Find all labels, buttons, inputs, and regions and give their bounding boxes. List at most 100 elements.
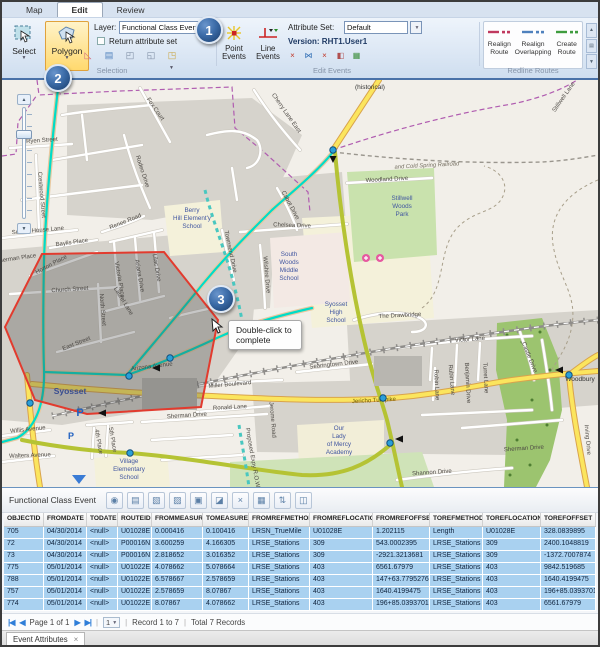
merge-events-icon[interactable]: ⋈: [302, 49, 315, 62]
polygon-tool-button[interactable]: Polygon ▼: [45, 21, 89, 71]
table-row[interactable]: 7204/30/2014<null>P00016N3.6002594.16630…: [4, 539, 596, 551]
switch-selection-button[interactable]: ▨: [169, 492, 186, 509]
table-cell: 72: [4, 539, 44, 550]
table-cell: LRSE_Stations: [430, 587, 483, 598]
page-number-combobox[interactable]: 1 ▼: [103, 617, 120, 628]
ribbon: Select ▼ Polygon ▼ Layer: Functional Cla…: [2, 18, 598, 80]
record-range-label: Record 1 to 7: [132, 618, 179, 627]
column-header[interactable]: TOREFOFFSET: [541, 513, 596, 526]
attribute-set-combobox[interactable]: Default: [344, 21, 408, 34]
table-cell: 403: [483, 563, 541, 574]
select-by-attributes-icon[interactable]: ◰: [122, 48, 138, 63]
selection-options-icon[interactable]: ◳: [164, 48, 180, 63]
map-label: Elementary: [113, 466, 146, 473]
line-events-icon: [257, 24, 279, 42]
table-row[interactable]: 70504/30/2014<null>U01028E0.0004160.1004…: [4, 527, 596, 539]
delete-event-icon[interactable]: ×: [318, 49, 331, 62]
create-route-button[interactable]: Create Route: [551, 22, 582, 68]
column-header[interactable]: FROMMEASURE: [152, 513, 203, 526]
first-page-button[interactable]: |◀: [8, 618, 14, 627]
table-cell: 6561.67979: [541, 599, 596, 610]
table-cell: 2.578659: [203, 575, 249, 586]
pager-bar: |◀ ◀ Page 1 of 1 ▶ ▶| | 1 ▼ | Record 1 t…: [2, 613, 598, 631]
tab-event-attributes[interactable]: Event Attributes ×: [6, 632, 85, 646]
table-cell: 05/01/2014: [44, 599, 87, 610]
gallery-scroll-down-icon[interactable]: ▼: [586, 54, 597, 69]
table-row[interactable]: 75705/01/2014<null>U01022E2.5786598.0786…: [4, 587, 596, 599]
map-label: Park: [396, 211, 410, 218]
table-cell: 73: [4, 551, 44, 562]
selection-more-caret-icon[interactable]: ▼: [169, 66, 174, 70]
selection-icon-row: ◺ ▤ ◰ ◱ ◳: [80, 48, 180, 63]
tab-edit[interactable]: Edit: [57, 2, 103, 17]
map-viewport[interactable]: BerryHill Element'ySchoolSouthWoodsMiddl…: [2, 80, 598, 487]
last-page-button[interactable]: ▶|: [85, 618, 91, 627]
gallery-scroll-up-icon[interactable]: ▲: [586, 23, 597, 38]
attribute-set-caret-button[interactable]: ▼: [410, 21, 422, 34]
table-cell: 403: [310, 575, 373, 586]
table-cell: -1372.7007874: [541, 551, 596, 562]
column-header[interactable]: FROMREFLOCATION: [310, 513, 373, 526]
refresh-button[interactable]: ◉: [106, 492, 123, 509]
realign-overlapping-button[interactable]: Realign Overlapping: [515, 22, 552, 68]
attributes-grid-icon[interactable]: ▦: [350, 49, 363, 62]
reselect-icon[interactable]: ◱: [143, 48, 159, 63]
zoom-in-button[interactable]: ▲: [17, 94, 31, 105]
table-cell: LRSE_Stations: [249, 563, 310, 574]
select-tool-button[interactable]: Select ▼: [5, 21, 43, 71]
table-cell: P00016N: [118, 551, 152, 562]
table-row[interactable]: 7304/30/2014<null>P00016N2.8186523.01635…: [4, 551, 596, 563]
prev-page-button[interactable]: ◀: [19, 618, 24, 627]
polygon-caret-icon: ▼: [65, 56, 70, 60]
column-header[interactable]: TODATE: [87, 513, 118, 526]
realign-route-icon: [487, 28, 511, 36]
tab-map[interactable]: Map: [12, 3, 57, 17]
table-cell: 403: [483, 575, 541, 586]
attribute-table-button[interactable]: ▤: [127, 492, 144, 509]
column-header[interactable]: FROMREFMETHOD: [249, 513, 310, 526]
redline-routes-group-label: Redline Routes: [483, 66, 583, 75]
table-cell: <null>: [87, 587, 118, 598]
return-attribute-set-checkbox[interactable]: [97, 37, 105, 45]
zoom-handle[interactable]: [16, 130, 32, 139]
next-page-button[interactable]: ▶: [74, 618, 79, 627]
zoom-out-button[interactable]: ▼: [17, 223, 31, 234]
close-tab-icon[interactable]: ×: [74, 635, 79, 644]
edit-button[interactable]: ◪: [211, 492, 228, 509]
gallery-scroll-box-icon[interactable]: ▤: [586, 39, 597, 54]
realign-overlapping-label: Realign Overlapping: [515, 41, 552, 56]
realign-route-button[interactable]: Realign Route: [484, 22, 515, 68]
related-tables-button[interactable]: ▦: [253, 492, 270, 509]
delete-button[interactable]: ×: [232, 492, 249, 509]
column-header[interactable]: ROUTEID: [118, 513, 152, 526]
save-button[interactable]: ▣: [190, 492, 207, 509]
table-row[interactable]: 78805/01/2014<null>U01022E6.5786672.5786…: [4, 575, 596, 587]
column-header[interactable]: OBJECTID: [4, 513, 44, 526]
split-event-icon[interactable]: ×: [286, 49, 299, 62]
select-features-button[interactable]: ▧: [148, 492, 165, 509]
column-header[interactable]: TOMEASURE: [203, 513, 249, 526]
column-header[interactable]: FROMDATE: [44, 513, 87, 526]
column-header[interactable]: TOREFMETHOD: [430, 513, 483, 526]
table-cell: 309: [483, 539, 541, 550]
event-table-icon[interactable]: ◧: [334, 49, 347, 62]
gallery-scrollbar[interactable]: ▲ ▤ ▼: [586, 23, 597, 69]
map-zoom-slider[interactable]: ▲ ▼: [14, 94, 36, 234]
export-button[interactable]: ◫: [295, 492, 312, 509]
table-row[interactable]: 77505/01/2014<null>U01022E4.0786625.0786…: [4, 563, 596, 575]
tab-review[interactable]: Review: [103, 3, 159, 17]
column-header[interactable]: FROMREFOFFSET: [373, 513, 430, 526]
table-cell: U01022E: [118, 575, 152, 586]
table-cell: 6561.67979: [373, 563, 430, 574]
table-cell: 2400.1048819: [541, 539, 596, 550]
sort-button[interactable]: ⇅: [274, 492, 291, 509]
table-row[interactable]: 77405/01/2014<null>U01022E8.078674.07866…: [4, 599, 596, 611]
eraser-icon[interactable]: ◺: [80, 48, 96, 63]
table-cell: 309: [483, 551, 541, 562]
column-header[interactable]: TOREFLOCATION: [483, 513, 541, 526]
map-canvas[interactable]: BerryHill Element'ySchoolSouthWoodsMiddl…: [2, 80, 598, 487]
zoom-track[interactable]: [22, 107, 26, 219]
map-label: Woods: [279, 259, 298, 266]
table-cell: U01022E: [118, 563, 152, 574]
list-icon[interactable]: ▤: [101, 48, 117, 63]
